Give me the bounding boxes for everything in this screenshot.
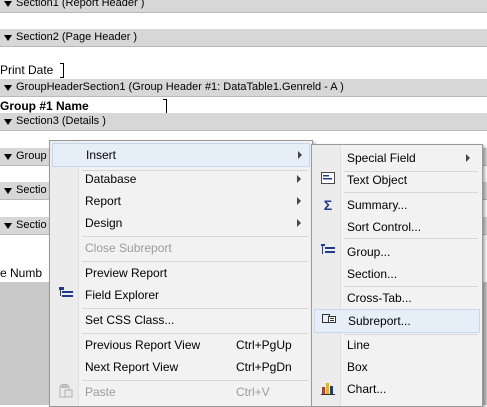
page-number-field[interactable]: e Numb [0,266,42,280]
submenu-item-subreport-label: Subreport... [348,314,411,328]
submenu-item-sort-control-label: Sort Control... [347,220,422,234]
submenu-item-text-object[interactable]: Text Object [314,169,480,191]
menu-item-set-css-class[interactable]: Set CSS Class... [52,309,310,331]
group-name-field[interactable]: Group #1 Name [0,99,89,113]
submenu-item-line[interactable]: Line [314,334,480,356]
paste-icon [58,384,74,400]
submenu-item-cross-tab-label: Cross-Tab... [347,291,412,305]
submenu-item-section[interactable]: Section... [314,263,480,285]
submenu-item-line-label: Line [347,338,370,352]
menu-item-next-report-view-label: Next Report View [85,360,179,374]
shortcut-ctrl-pgdn: Ctrl+PgDn [236,360,292,374]
field-explorer-icon [58,287,74,303]
menu-item-paste[interactable]: Paste Ctrl+V [52,381,310,403]
menu-item-database[interactable]: Database [52,168,310,190]
submenu-arrow-icon [466,154,470,162]
submenu-item-group-label: Group... [347,245,391,259]
chart-icon [320,381,336,397]
collapse-triangle-icon[interactable] [4,35,12,41]
group-header1-band[interactable]: GroupHeaderSection1 (Group Header #1: Da… [0,79,487,97]
menu-item-set-css-class-label: Set CSS Class... [85,313,175,327]
submenu-arrow-icon [297,175,301,183]
menu-separator [344,238,478,239]
section2-label: Section2 (Page Header ) [16,31,138,43]
menu-item-report-label: Report [85,194,122,208]
submenu-item-chart[interactable]: Chart... [314,378,480,400]
group-header1-label: GroupHeaderSection1 (Group Header #1: Da… [16,81,344,93]
shortcut-ctrl-pgup: Ctrl+PgUp [236,338,292,352]
collapse-triangle-icon[interactable] [4,154,12,160]
print-date-field[interactable]: Print Date [0,63,53,77]
menu-item-field-explorer-label: Field Explorer [85,288,160,302]
print-date-text: Print Date [0,63,54,77]
section2-band[interactable]: Section2 (Page Header ) [0,29,487,47]
submenu-item-summary[interactable]: Σ Summary... [314,194,480,216]
submenu-item-text-object-label: Text Object [347,173,408,187]
subreport-icon [321,313,337,329]
section3-band[interactable]: Section3 (Details ) [0,113,487,131]
section-band-label-b: Sectio [16,219,47,231]
collapse-triangle-icon[interactable] [4,188,12,194]
group-name-field-bounds [163,99,167,113]
menu-item-insert-label: Insert [86,148,117,162]
submenu-item-chart-label: Chart... [347,382,387,396]
submenu-item-sort-control[interactable]: Sort Control... [314,216,480,238]
collapse-triangle-icon[interactable] [4,1,12,7]
submenu-item-group[interactable]: Group... [314,241,480,263]
submenu-arrow-icon [297,219,301,227]
section1-label: Section1 (Report Header ) [16,0,145,9]
submenu-arrow-icon [297,197,301,205]
menu-item-close-subreport[interactable]: Close Subreport [52,237,310,259]
collapse-triangle-icon[interactable] [4,119,12,125]
submenu-item-box[interactable]: Box [314,356,480,378]
menu-item-design[interactable]: Design [52,212,310,234]
menu-item-design-label: Design [85,216,123,230]
page-number-text: e Numb [0,266,43,280]
context-menu: Insert Database Report Design Close Subr… [49,140,313,407]
submenu-item-special-field-label: Special Field [347,151,416,165]
menu-item-previous-report-view-label: Previous Report View [85,338,201,352]
group-band-label: Group [16,150,47,162]
text-object-icon [320,172,336,188]
section1-band[interactable]: Section1 (Report Header ) [0,0,487,13]
menu-item-insert[interactable]: Insert [52,143,310,167]
menu-item-previous-report-view[interactable]: Previous Report View Ctrl+PgUp [52,334,310,356]
menu-separator [344,192,478,193]
submenu-item-summary-label: Summary... [347,198,408,212]
submenu-item-subreport[interactable]: Subreport... [314,309,480,333]
menu-item-paste-label: Paste [85,385,116,399]
submenu-item-section-label: Section... [347,267,398,281]
sigma-icon: Σ [323,197,333,213]
submenu-item-cross-tab[interactable]: Cross-Tab... [314,287,480,309]
menu-item-field-explorer[interactable]: Field Explorer [52,284,310,306]
group-name-text: Group #1 Name [0,99,89,113]
section3-label: Section3 (Details ) [16,115,106,127]
menu-item-preview-report-label: Preview Report [85,266,168,280]
menu-item-database-label: Database [85,172,137,186]
submenu-item-special-field[interactable]: Special Field [314,147,480,169]
print-date-field-bounds [60,63,64,78]
insert-submenu: Special Field Text Object Σ Summary... S… [311,144,483,407]
shortcut-ctrl-v: Ctrl+V [236,385,270,399]
submenu-item-box-label: Box [347,360,368,374]
menu-item-preview-report[interactable]: Preview Report [52,262,310,284]
menu-item-report[interactable]: Report [52,190,310,212]
collapse-triangle-icon[interactable] [4,223,12,229]
submenu-arrow-icon [298,151,302,159]
menu-item-next-report-view[interactable]: Next Report View Ctrl+PgDn [52,356,310,378]
collapse-triangle-icon[interactable] [4,85,12,91]
section-band-label-a: Sectio [16,184,47,196]
menu-item-close-subreport-label: Close Subreport [85,241,172,255]
group-icon [320,244,336,260]
